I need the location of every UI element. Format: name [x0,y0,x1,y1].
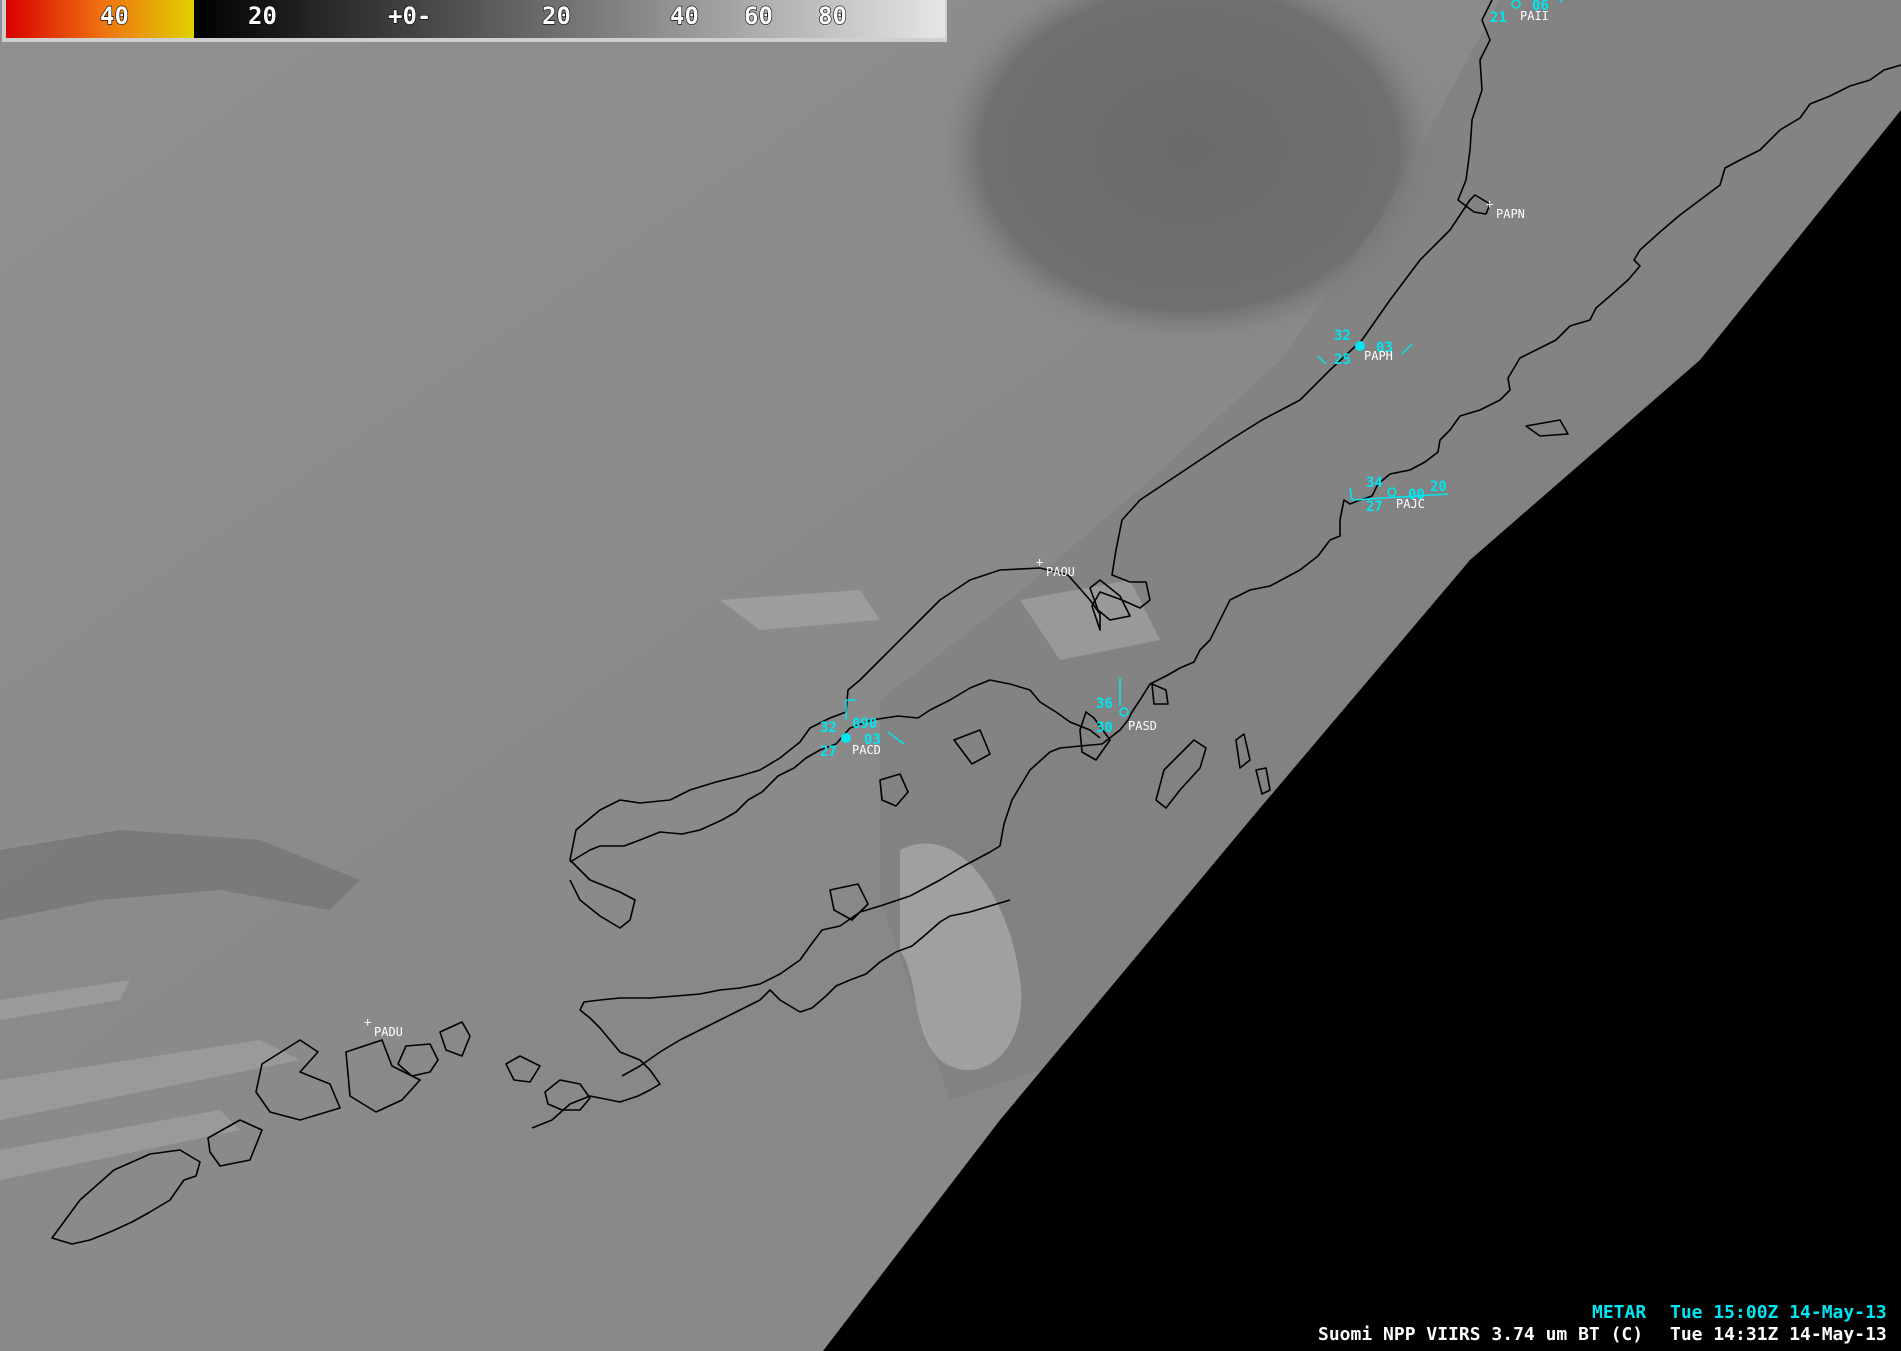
station-marker [841,733,851,743]
station-id: PACD [852,743,881,757]
colorbar-label-20-dark: 20 [248,2,277,30]
station-temp: 32 [820,720,837,736]
colorbar-label-40-light: 40 [670,2,699,30]
metar-time: Tue 15:00Z 14-May-13 [1670,1302,1887,1323]
product-time: Tue 14:31Z 14-May-13 [1670,1324,1887,1345]
station-id: PAPN [1496,207,1525,221]
colorbar-label-20-light: 20 [542,2,571,30]
station-temp: 36 [1096,696,1113,712]
station-id: PAII [1520,9,1549,23]
colorbar: 40 20 +0- 20 40 60 80 [2,0,947,42]
station-dewp: 27 [820,744,837,760]
station-marker: + [364,1015,371,1029]
satellite-map: 40 20 +0- 20 40 60 80 21 06 PAII + PAPN … [0,0,1901,1351]
station-temp: 32 [1334,328,1351,344]
product-label: Suomi NPP VIIRS 3.74 um BT (C) [1318,1324,1643,1345]
station-id: PAOU [1046,565,1075,579]
station-temp: 21 [1490,10,1507,26]
station-temp: 34 [1366,475,1383,491]
station-id: PAPH [1364,349,1393,363]
metar-label: METAR [1592,1302,1646,1323]
station-id: PASD [1128,719,1157,733]
colorbar-label-60: 60 [744,2,773,30]
station-extra: 090 [852,716,877,732]
colorbar-label-40-hot: 40 [100,2,129,30]
station-marker: + [1036,555,1043,569]
station-id: PAJC [1396,497,1425,511]
station-dewp: 27 [1366,499,1383,515]
station-dewp: 25 [1334,352,1351,368]
station-id: PADU [374,1025,403,1039]
colorbar-label-80: 80 [818,2,847,30]
colorbar-gradient [6,0,945,38]
colorbar-label-zero: +0- [388,2,431,30]
station-extra: 20 [1430,479,1447,495]
station-marker: + [1486,197,1493,211]
station-dewp: 30 [1096,720,1113,736]
